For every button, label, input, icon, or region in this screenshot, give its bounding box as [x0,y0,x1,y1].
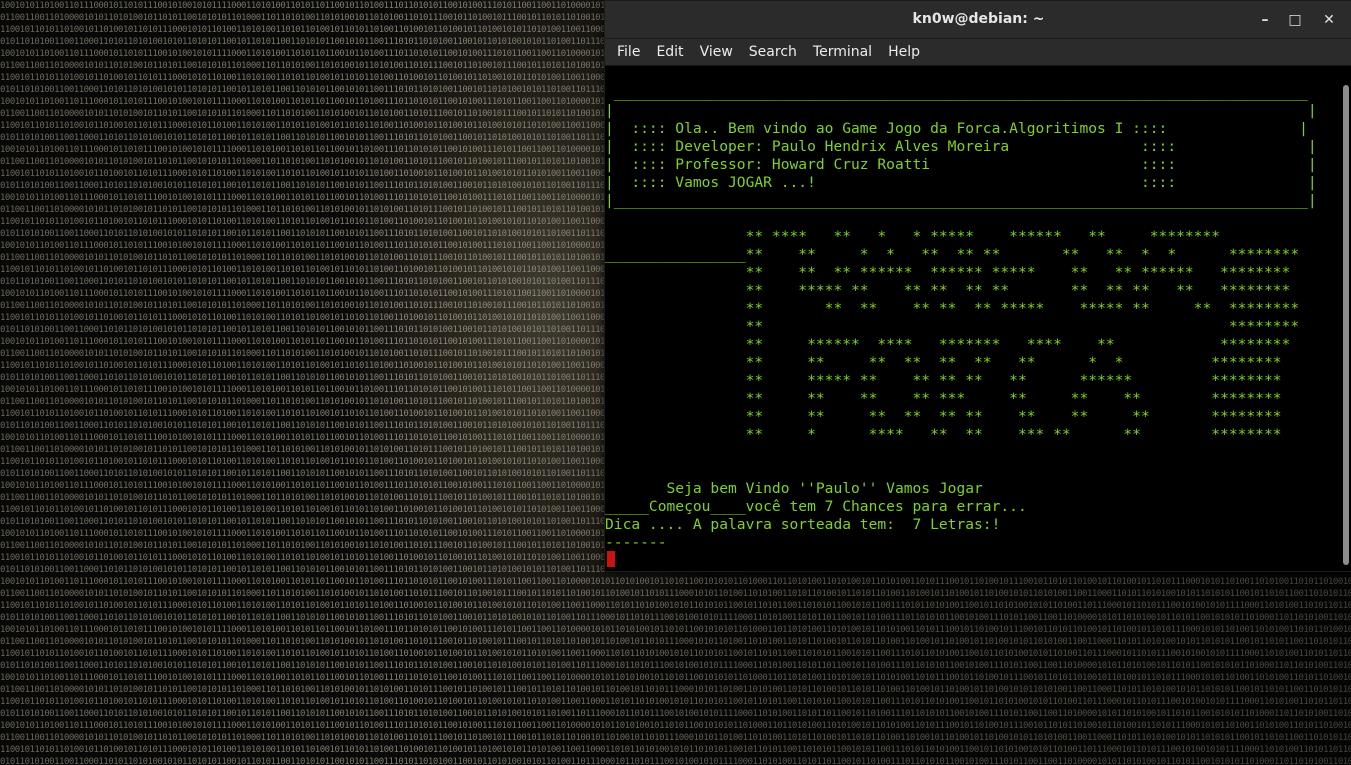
menu-file[interactable]: File [609,44,648,60]
terminal-line: ** ******** [605,318,1300,335]
terminal-scrollbar[interactable] [1342,71,1350,567]
terminal-line: ** **** ** * * ***** ****** ** ******** [605,228,1221,245]
terminal-line: ________________________________________… [605,84,1308,101]
terminal-line: ** ***** ** ** ** ** ** ** ** ** ** ****… [605,282,1291,299]
terminal-line: Seja bem Vindo ''Paulo'' Vamos Jogar [605,480,983,497]
menu-bar: File Edit View Search Terminal Help [605,39,1351,66]
terminal-line: Vamos lá, Digite uma Letra: [605,570,1335,571]
window-titlebar[interactable]: kn0w@debian: ~ – □ ✕ [605,1,1351,39]
terminal-window[interactable]: kn0w@debian: ~ – □ ✕ File Edit View Sear… [604,0,1351,572]
window-title: kn0w@debian: ~ [912,11,1045,27]
terminal-line: ** ** ** ** *** ** ** ** ******** [605,390,1282,407]
maximize-icon[interactable]: □ [1285,10,1305,30]
terminal-line: | :::: Professor: Howard Cruz Roatti :::… [605,156,1317,173]
terminal-line: |_______________________________________… [605,192,1317,209]
terminal-line: | :::: Vamos JOGAR ...! :::: | [605,174,1317,191]
terminal-line: ________________** ** * * ** ** ** ** **… [605,246,1300,263]
menu-terminal[interactable]: Terminal [805,44,880,60]
close-icon[interactable]: ✕ [1319,10,1339,30]
menu-view[interactable]: View [692,44,741,60]
terminal-line: Dica .... A palavra sorteada tem: 7 Letr… [605,516,1001,533]
terminal-line: ** * **** ** ** *** ** ** ******** [605,426,1282,443]
terminal-line: | | [605,102,1317,119]
terminal-line: _____Começou____você tem 7 Chances para … [605,498,1027,515]
terminal-line: ** ** ** ****** ****** ***** ** ** *****… [605,264,1291,281]
terminal-line: ** ** ** ** ** ** ***** ***** ** ** ****… [605,300,1300,317]
minimize-icon[interactable]: – [1255,10,1275,30]
menu-help[interactable]: Help [880,44,928,60]
terminal-line: ** ***** ** ** ** ** ** ****** ******** [605,372,1282,389]
menu-edit[interactable]: Edit [648,44,691,60]
terminal-line: ** ** ** ** ** ** ** ** ** ******** [605,408,1282,425]
terminal-cursor [607,551,615,567]
terminal-line: ** ** ** ** ** ** ** * * ******** [605,354,1282,371]
terminal-line: | :::: Ola.. Bem vindo ao Game Jogo da F… [605,120,1308,137]
menu-search[interactable]: Search [741,44,805,60]
terminal-line: ------- [605,534,667,551]
scrollbar-thumb[interactable] [1343,85,1349,565]
terminal-line: ** ****** **** ******* **** ** ******** [605,336,1291,353]
terminal-output[interactable]: ________________________________________… [605,66,1335,571]
terminal-line: | :::: Developer: Paulo Hendrix Alves Mo… [605,138,1317,155]
